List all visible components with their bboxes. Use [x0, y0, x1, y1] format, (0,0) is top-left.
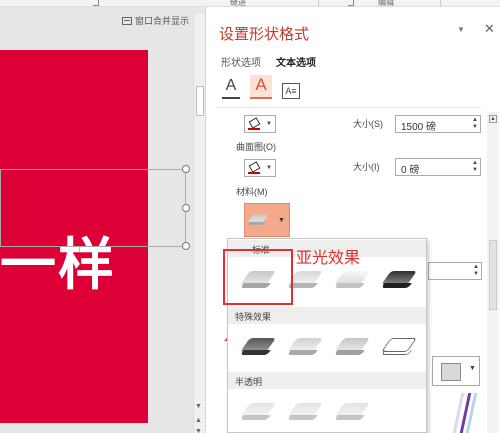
- highlight-box: [223, 249, 293, 305]
- chevron-down-icon: ▼: [278, 216, 285, 224]
- annotation-text: 亚光效果: [296, 248, 361, 267]
- material-plastic[interactable]: [334, 269, 370, 291]
- depth-color-button[interactable]: ▼: [244, 115, 276, 133]
- lighting-angle-input[interactable]: ▲ ▼: [428, 262, 482, 280]
- resize-handle[interactable]: [182, 204, 190, 212]
- material-dark-edge[interactable]: [240, 336, 276, 358]
- contour-color-button[interactable]: ▼: [244, 159, 276, 177]
- ribbon-strip: 缝进 编辑: [0, 0, 500, 7]
- contour-size-input[interactable]: 0 磅 ▲ ▼: [395, 158, 481, 176]
- depth-size-input[interactable]: 1500 磅 ▲ ▼: [395, 115, 481, 133]
- size-label: 大小(I): [353, 162, 380, 172]
- chevron-down-icon: ▼: [266, 121, 272, 127]
- text-box-icon[interactable]: A≡: [282, 83, 300, 99]
- text-fill-icon[interactable]: A: [222, 77, 240, 99]
- ribbon-divider: [440, 0, 441, 7]
- paint-bucket-icon: [248, 118, 260, 130]
- material-soft-edge[interactable]: [287, 336, 323, 358]
- gallery-row-translucent: [240, 401, 370, 423]
- contour-label: 曲面图(O): [236, 142, 276, 152]
- scroll-down-arrow-icon[interactable]: ▼: [195, 403, 202, 410]
- text-effects-icon[interactable]: A: [250, 75, 272, 99]
- resize-handle[interactable]: [182, 165, 190, 173]
- chevron-down-icon: ▼: [469, 365, 476, 372]
- material-translucent-powder[interactable]: [334, 401, 370, 423]
- ribbon-divider: [318, 0, 319, 7]
- next-slide-icon[interactable]: ▼: [195, 428, 202, 433]
- depth-size-value: 1500 磅: [401, 122, 437, 133]
- pane-title: 设置形状格式: [219, 25, 310, 43]
- divider: [216, 107, 481, 108]
- spinner-arrows-icon[interactable]: ▲ ▼: [473, 264, 479, 278]
- dialog-launcher-icon[interactable]: [348, 0, 354, 6]
- tab-shape-options[interactable]: 形状选项: [221, 54, 261, 69]
- slide-canvas: 窗口合并显示 一样 ▼ ▲ ▼: [0, 7, 205, 433]
- size-label: 大小(S): [353, 119, 383, 129]
- canvas-scrollbar[interactable]: ▼ ▲ ▼: [193, 14, 205, 433]
- material-flat[interactable]: [334, 336, 370, 358]
- pane-scrollbar[interactable]: ▲: [487, 112, 499, 433]
- scroll-up-arrow-icon[interactable]: ▲: [489, 115, 497, 123]
- tab-text-options[interactable]: 文本选项: [276, 54, 316, 69]
- gallery-row-special: [240, 336, 417, 358]
- paint-bucket-icon: [248, 162, 260, 174]
- contour-size-value: 0 磅: [401, 165, 420, 176]
- preset-color-button[interactable]: ▼: [432, 356, 480, 386]
- merge-window-label: 窗口合并显示: [135, 16, 190, 26]
- material-wireframe[interactable]: [381, 336, 417, 358]
- material-powder[interactable]: [240, 401, 276, 423]
- window-icon: [122, 16, 132, 25]
- spinner-arrows-icon[interactable]: ▲ ▼: [472, 117, 478, 131]
- gallery-section-translucent: 半透明: [228, 372, 426, 389]
- decorative-stripes: [452, 388, 479, 433]
- spinner-arrows-icon[interactable]: ▲ ▼: [472, 160, 478, 174]
- material-label: 材料(M): [236, 187, 268, 197]
- pane-options-icon[interactable]: ▼: [457, 25, 465, 34]
- scroll-thumb[interactable]: [196, 86, 204, 116]
- text-box-selection[interactable]: [0, 165, 190, 250]
- dialog-launcher-icon[interactable]: [93, 0, 99, 6]
- prev-slide-icon[interactable]: ▲: [195, 417, 202, 424]
- material-metal[interactable]: [381, 269, 417, 291]
- merge-window-button[interactable]: 窗口合并显示: [122, 14, 189, 27]
- color-swatch: [441, 363, 461, 381]
- close-icon[interactable]: ✕: [484, 21, 495, 37]
- chevron-down-icon: ▼: [266, 165, 272, 171]
- material-clear[interactable]: [287, 401, 323, 423]
- text-options-icons: A A A≡: [222, 75, 300, 99]
- matte-material-icon: [247, 213, 269, 226]
- scroll-thumb[interactable]: [489, 240, 497, 310]
- material-dropdown-button[interactable]: ▼: [244, 203, 290, 237]
- gallery-section-special: 特殊效果: [228, 307, 426, 324]
- resize-handle[interactable]: [182, 242, 190, 250]
